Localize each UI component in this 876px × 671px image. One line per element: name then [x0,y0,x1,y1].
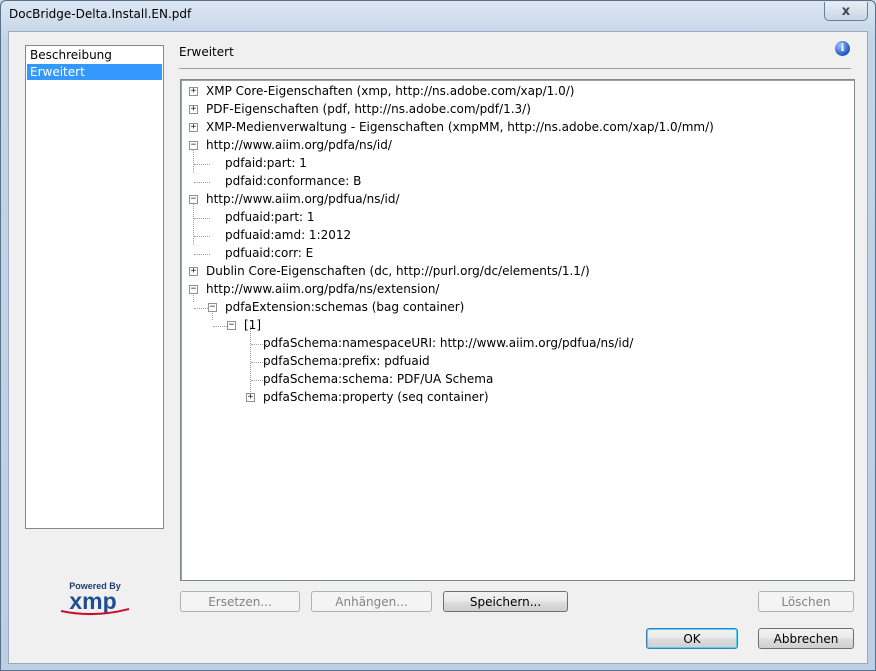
title-bar[interactable]: DocBridge-Delta.Install.EN.pdf x [1,1,875,27]
tree-node-label: pdfuaid:corr: E [225,246,314,260]
replace-button[interactable]: Ersetzen... [180,591,300,612]
tree-node-label: http://www.aiim.org/pdfa/ns/extension/ [206,282,440,296]
tree-node-label: pdfaSchema:property (seq container) [263,390,489,404]
tree-connector [193,200,194,245]
section-title: Erweitert [179,45,234,59]
category-list[interactable]: Beschreibung Erweitert [25,45,164,529]
save-button[interactable]: Speichern... [443,591,568,612]
dialog-window: DocBridge-Delta.Install.EN.pdf x Beschre… [0,0,876,671]
properties-tree[interactable]: + XMP Core-Eigenschaften (xmp, http://ns… [180,79,855,581]
cancel-button[interactable]: Abbrechen [758,628,854,649]
tree-node-label: pdfaSchema:namespaceURI: http://www.aiim… [263,336,634,350]
expand-icon[interactable]: + [189,87,198,96]
tree-node-label: [1] [244,318,261,332]
tree-connector [193,146,194,173]
dialog-client: Beschreibung Erweitert Powered By xmp Er… [8,31,868,664]
expand-icon[interactable]: + [189,267,198,276]
tree-node-label: pdfuaid:part: 1 [225,210,315,224]
xmp-logo: Powered By xmp [55,578,135,618]
tree-node-label: pdfaSchema:schema: PDF/UA Schema [263,372,494,386]
tree-node-label: http://www.aiim.org/pdfa/ns/id/ [206,138,392,152]
collapse-icon[interactable]: − [189,141,198,150]
window-title: DocBridge-Delta.Install.EN.pdf [9,7,192,21]
expand-icon[interactable]: + [189,123,198,132]
close-button[interactable]: x [824,2,868,21]
expand-icon[interactable]: + [246,393,255,402]
tree-node-label: pdfuaid:amd: 1:2012 [225,228,352,242]
tree-node-label: pdfaid:part: 1 [225,156,307,170]
tree-node-label: XMP-Medienverwaltung - Eigenschaften (xm… [206,120,714,134]
tree-node-label: pdfaExtension:schemas (bag container) [225,300,465,314]
tree-node-label: pdfaid:conformance: B [225,174,362,188]
nav-item-beschreibung[interactable]: Beschreibung [27,47,162,63]
tree-connector [194,218,210,219]
tree-connector [194,164,210,165]
ok-button[interactable]: OK [646,628,738,649]
info-icon[interactable]: i [835,41,850,56]
delete-button[interactable]: Löschen [758,591,854,612]
section-divider [179,68,851,69]
tree-connector [250,326,251,392]
append-button[interactable]: Anhängen... [311,591,432,612]
tree-node-label: http://www.aiim.org/pdfua/ns/id/ [206,192,400,206]
collapse-icon[interactable]: − [208,303,217,312]
expand-icon[interactable]: + [189,105,198,114]
tree-connector [194,254,210,255]
collapse-icon[interactable]: − [227,321,236,330]
tree-node-label: PDF-Eigenschaften (pdf, http://ns.adobe.… [206,102,531,116]
collapse-icon[interactable]: − [189,285,198,294]
tree-connector [194,236,210,237]
collapse-icon[interactable]: − [189,195,198,204]
tree-node-label: pdfaSchema:prefix: pdfuaid [263,354,430,368]
xmp-brand-text: xmp [69,588,116,614]
nav-item-erweitert[interactable]: Erweitert [27,64,162,80]
tree-connector [194,182,210,183]
tree-node-label: Dublin Core-Eigenschaften (dc, http://pu… [206,264,590,278]
close-icon: x [841,3,851,19]
tree-node-label: XMP Core-Eigenschaften (xmp, http://ns.a… [206,84,575,98]
